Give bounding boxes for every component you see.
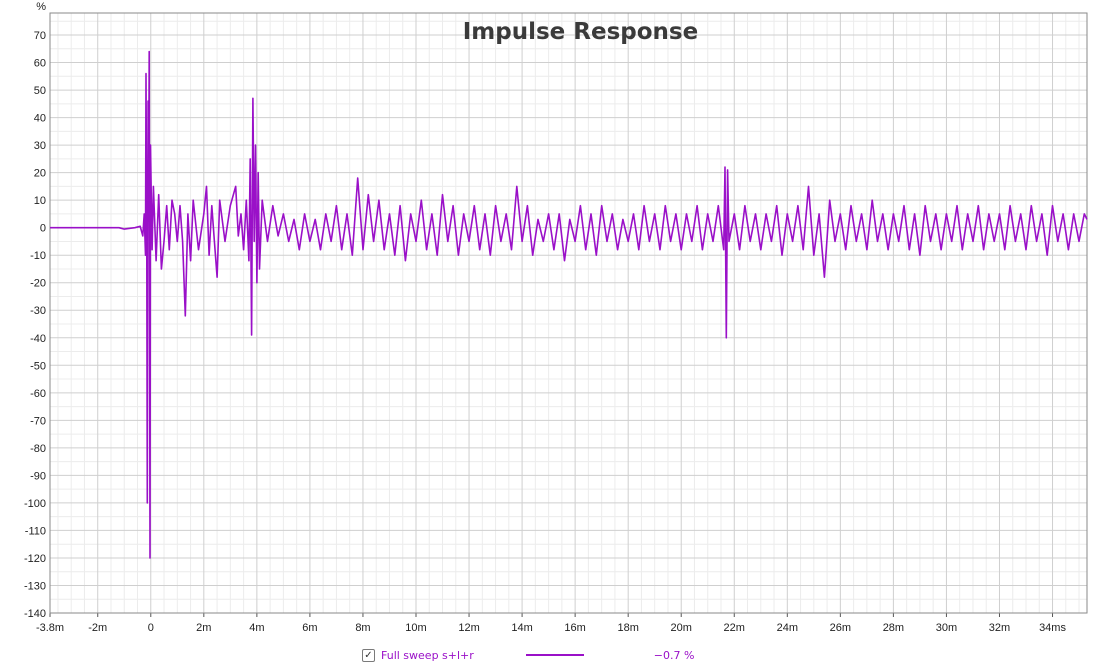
x-tick-label: 22m: [724, 622, 745, 634]
x-tick-label: 30m: [936, 622, 957, 634]
legend-series-name: Full sweep s+l+r: [381, 648, 474, 662]
x-tick-label: -3.8m: [36, 622, 64, 634]
x-tick-label: 0: [148, 622, 154, 634]
y-tick-label: -80: [30, 443, 46, 455]
y-tick-label: -70: [30, 415, 46, 427]
series-visibility-checkbox[interactable]: ✓: [362, 648, 375, 662]
impulse-response-chart: -3.8m -2m 0 2m 4m 6m 8m 10m 12m 14m 16m 18m 20m 22m 24…: [24, 1, 1088, 634]
y-tick-label: 20: [34, 168, 46, 180]
x-tick-label: 34ms: [1039, 622, 1066, 634]
x-tick-label: 24m: [777, 622, 798, 634]
x-tick-label: -2m: [88, 622, 107, 634]
chart-title: Impulse Response: [463, 19, 698, 45]
x-tick-label: 32m: [989, 622, 1010, 634]
legend-series-swatch: [525, 654, 584, 656]
x-tick-label: 10m: [405, 622, 426, 634]
x-tick-label: 6m: [302, 622, 317, 634]
y-tick-label: -100: [24, 498, 46, 510]
y-tick-label: 30: [34, 140, 46, 152]
y-tick-label: 10: [34, 195, 46, 207]
y-axis-unit: %: [36, 1, 46, 13]
x-tick-label: 4m: [249, 622, 264, 634]
legend-series-value: −0.7 %: [653, 648, 695, 662]
y-tick-label: -10: [30, 250, 46, 262]
y-tick-label: -130: [24, 580, 46, 592]
x-tick-label: 8m: [355, 622, 370, 634]
x-tick-label: 14m: [511, 622, 532, 634]
y-tick-label: -30: [30, 305, 46, 317]
y-tick-label: 50: [34, 85, 46, 97]
x-tick-label: 18m: [617, 622, 638, 634]
x-tick-label: 16m: [564, 622, 585, 634]
x-tick-label: 26m: [830, 622, 851, 634]
x-tick-label: 20m: [671, 622, 692, 634]
y-tick-label: -110: [25, 525, 46, 537]
y-tick-label: 0: [40, 223, 46, 235]
x-tick-label: 2m: [196, 622, 211, 634]
y-tick-label: -40: [30, 333, 46, 345]
y-tick-label: -20: [30, 278, 46, 290]
y-tick-label: 60: [34, 58, 46, 70]
plot-area: [50, 13, 1087, 613]
x-tick-label: 28m: [883, 622, 904, 634]
y-tick-label: -60: [30, 388, 46, 400]
y-tick-label: -140: [24, 608, 46, 620]
y-tick-label: -90: [30, 470, 46, 482]
y-tick-label: 40: [34, 113, 46, 125]
x-tick-label: 12m: [458, 622, 479, 634]
y-tick-label: 70: [34, 30, 46, 42]
y-tick-label: -50: [30, 360, 46, 372]
legend: ✓ Full sweep s+l+r −0.7 %: [362, 647, 694, 663]
y-tick-label: -120: [24, 553, 46, 565]
